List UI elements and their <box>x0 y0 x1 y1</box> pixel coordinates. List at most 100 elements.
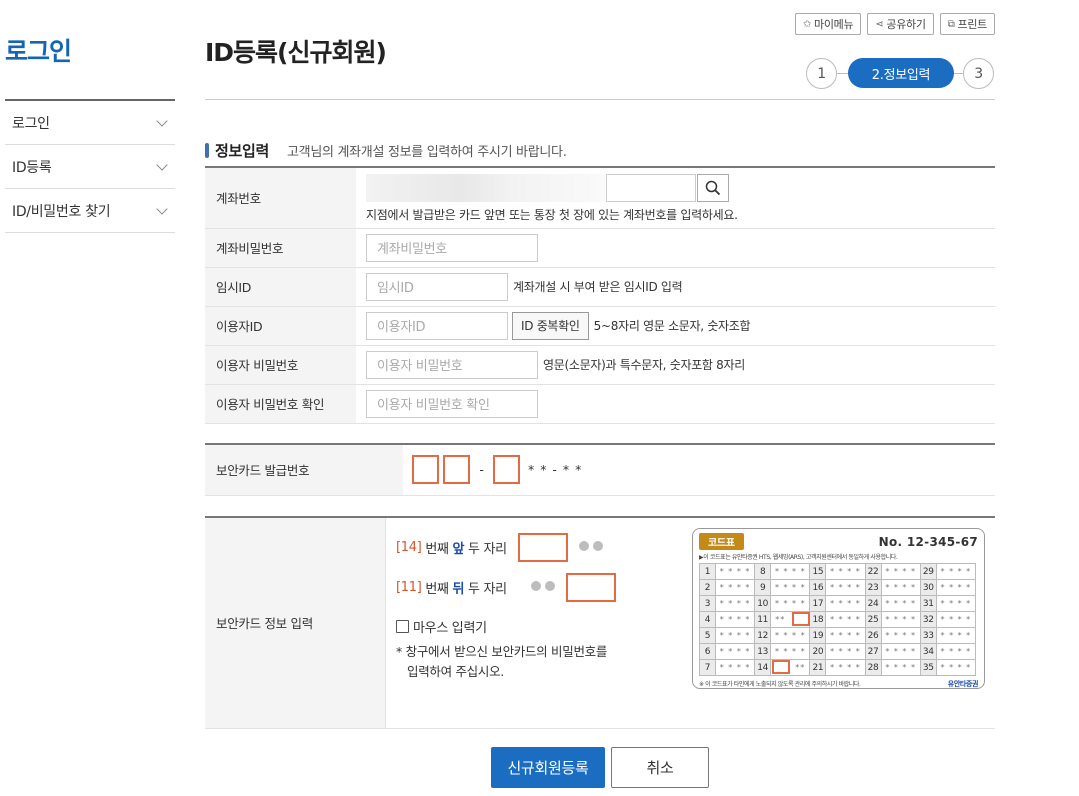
notice-line-1: * 창구에서 받으신 보안카드의 비밀번호를 <box>396 644 608 659</box>
cancel-button[interactable]: 취소 <box>611 747 709 788</box>
code-question-2: [11] 번째 뒤 두 자리 <box>396 573 616 602</box>
code-back-two-digits-field[interactable] <box>565 573 616 602</box>
code-card-masked-value: ** <box>770 659 811 676</box>
question-2-suffix: 두 자리 <box>464 582 507 597</box>
mouse-input-toggle[interactable]: 마우스 입력기 <box>396 617 487 636</box>
card-number-digit-3[interactable] <box>493 455 521 485</box>
code-card-index: 2 <box>699 579 716 596</box>
account-search-button[interactable] <box>697 174 729 203</box>
code-card-masked-value: * * * * <box>935 595 977 612</box>
code-card-masked-value: * * * * <box>880 579 921 596</box>
utility-bar: ✩ 마이메뉴 ⋖ 공유하기 ⧉ 프린트 <box>794 13 995 35</box>
sidebar-item-id-register[interactable]: ID등록 <box>5 145 175 189</box>
account-password-field[interactable]: 계좌비밀번호 <box>366 233 538 262</box>
print-button[interactable]: ⧉ 프린트 <box>939 13 995 35</box>
code-card-masked-value: * * * * <box>935 579 977 596</box>
form-row-account: 계좌번호 지점에서 발급받은 카드 앞면 또는 통장 첫 장에 있는 계좌번호를… <box>205 167 995 229</box>
code-card-index: 15 <box>809 563 827 580</box>
code-card-masked-value: * * * * <box>825 627 866 644</box>
code-card-masked-value: * * * * <box>880 643 921 660</box>
code-card-index: 17 <box>809 595 827 612</box>
code-card-row: 4 * * * * 11 ** 18 * * * * 25 * * * * 32 * * * * <box>699 611 977 628</box>
code-card-index: 18 <box>809 611 827 628</box>
code-card-index: 26 <box>864 627 882 644</box>
code-card-index: 13 <box>754 643 772 660</box>
sidebar-item-find-id-pw[interactable]: ID/비밀번호 찾기 <box>5 189 175 233</box>
register-new-member-button[interactable]: 신규회원등록 <box>491 747 605 788</box>
code-card-row: 6 * * * * 13 * * * * 20 * * * * 27 * * * * 34 * *… <box>699 643 977 660</box>
question-1-suffix: 두 자리 <box>464 542 507 557</box>
temp-id-field[interactable]: 임시ID <box>366 272 508 301</box>
code-card-index: 16 <box>809 579 827 596</box>
code-card-row: 7 * * * * 14 ** 21 * * * * 28 * * * * 35 * * * * <box>699 659 977 676</box>
code-card-masked-value: * * * * <box>825 595 866 612</box>
card-number-digit-2[interactable] <box>442 455 470 485</box>
sidebar-item-label: ID/비밀번호 찾기 <box>12 203 111 220</box>
chevron-down-icon <box>156 114 168 127</box>
step-3: 3 <box>963 58 994 89</box>
code-front-two-digits-field[interactable] <box>517 533 568 562</box>
sidebar-menu: 로그인 ID등록 ID/비밀번호 찾기 <box>5 99 175 233</box>
masked-dots <box>529 580 557 595</box>
masked-dot <box>592 541 603 551</box>
step-2-active: 2.정보입력 <box>848 58 954 88</box>
security-code-card: 코드표 No. 12-345-67 ▶이 코드표는 유안타증권 HTS, 웹세밍… <box>692 528 985 689</box>
card-number-masked: * * - * * <box>527 462 583 478</box>
code-card-tag: 코드표 <box>699 533 744 550</box>
card-number-digit-1[interactable] <box>412 455 439 485</box>
security-card-number-label: 보안카드 발급번호 <box>205 444 403 496</box>
mouse-input-checkbox[interactable] <box>396 620 409 633</box>
code-card-note: ▶이 코드표는 유안타증권 HTS, 웹세밍(ARS), 고객지원센터에서 동일… <box>699 554 898 561</box>
user-password-confirm-field[interactable]: 이용자 비밀번호 확인 <box>366 389 538 418</box>
mymenu-button[interactable]: ✩ 마이메뉴 <box>794 13 862 35</box>
code-card-masked-value: * * * * <box>714 563 756 580</box>
masked-dots <box>577 540 605 555</box>
user-id-field[interactable]: 이용자ID <box>366 311 508 340</box>
user-password-confirm-label: 이용자 비밀번호 확인 <box>205 384 356 424</box>
code-card-index: 29 <box>919 563 937 580</box>
question-2-emphasis: 뒤 <box>452 582 465 597</box>
masked-dot <box>578 541 589 551</box>
code-card-index: 8 <box>754 563 772 580</box>
account-label: 계좌번호 <box>205 167 356 229</box>
mymenu-label: 마이메뉴 <box>814 18 854 31</box>
code-card-index: 3 <box>699 595 716 612</box>
account-input[interactable] <box>606 174 696 203</box>
form-row-account-password: 계좌비밀번호 계좌비밀번호 <box>205 228 995 268</box>
step-1: 1 <box>806 58 837 89</box>
code-card-index: 5 <box>699 627 716 644</box>
form-row-user-password-confirm: 이용자 비밀번호 확인 이용자 비밀번호 확인 <box>205 384 995 424</box>
masked-dot <box>544 581 555 591</box>
sidebar-title: 로그인 <box>5 37 72 66</box>
code-card-footnote: ※ 이 코드표가 타인에게 노출되지 않도록 관리에 주의하시기 바랍니다. <box>699 681 861 688</box>
code-card-index: 31 <box>919 595 937 612</box>
print-label: 프린트 <box>957 18 988 31</box>
code-card-masked-value: * * * * <box>880 627 921 644</box>
code-card-index: 21 <box>809 659 827 676</box>
code-card-index: 7 <box>699 659 716 676</box>
code-card-masked-value: * * * * <box>770 563 811 580</box>
id-duplicate-check-button[interactable]: ID 중복확인 <box>512 311 589 340</box>
sidebar-item-login[interactable]: 로그인 <box>5 101 175 145</box>
code-card-index: 24 <box>864 595 882 612</box>
code-card-masked-value: * * * * <box>770 579 811 596</box>
user-password-hint: 영문(소문자)과 특수문자, 숫자포함 8자리 <box>543 358 745 372</box>
code-card-masked-value: * * * * <box>714 579 756 596</box>
share-label: 공유하기 <box>886 18 926 31</box>
mouse-input-label: 마우스 입력기 <box>413 621 487 636</box>
code-card-index: 6 <box>699 643 716 660</box>
account-password-label: 계좌비밀번호 <box>205 228 356 268</box>
user-password-field[interactable]: 이용자 비밀번호 <box>366 350 538 379</box>
code-card-masked-value: * * * * <box>880 595 921 612</box>
code-card-index: 11 <box>754 611 772 628</box>
chevron-down-icon <box>156 158 168 171</box>
sidebar-item-label: 로그인 <box>12 115 50 132</box>
user-id-hint: 5~8자리 영문 소문자, 숫자조합 <box>593 319 751 333</box>
code-card-masked-value: * * * * <box>825 643 866 660</box>
user-password-label: 이용자 비밀번호 <box>205 345 356 385</box>
code-card-row: 2 * * * * 9 * * * * 16 * * * * 23 * * * * 30 * * … <box>699 579 977 596</box>
code-card-index: 28 <box>864 659 882 676</box>
share-button[interactable]: ⋖ 공유하기 <box>867 13 934 35</box>
code-card-index: 4 <box>699 611 716 628</box>
masked-dot <box>530 581 541 591</box>
